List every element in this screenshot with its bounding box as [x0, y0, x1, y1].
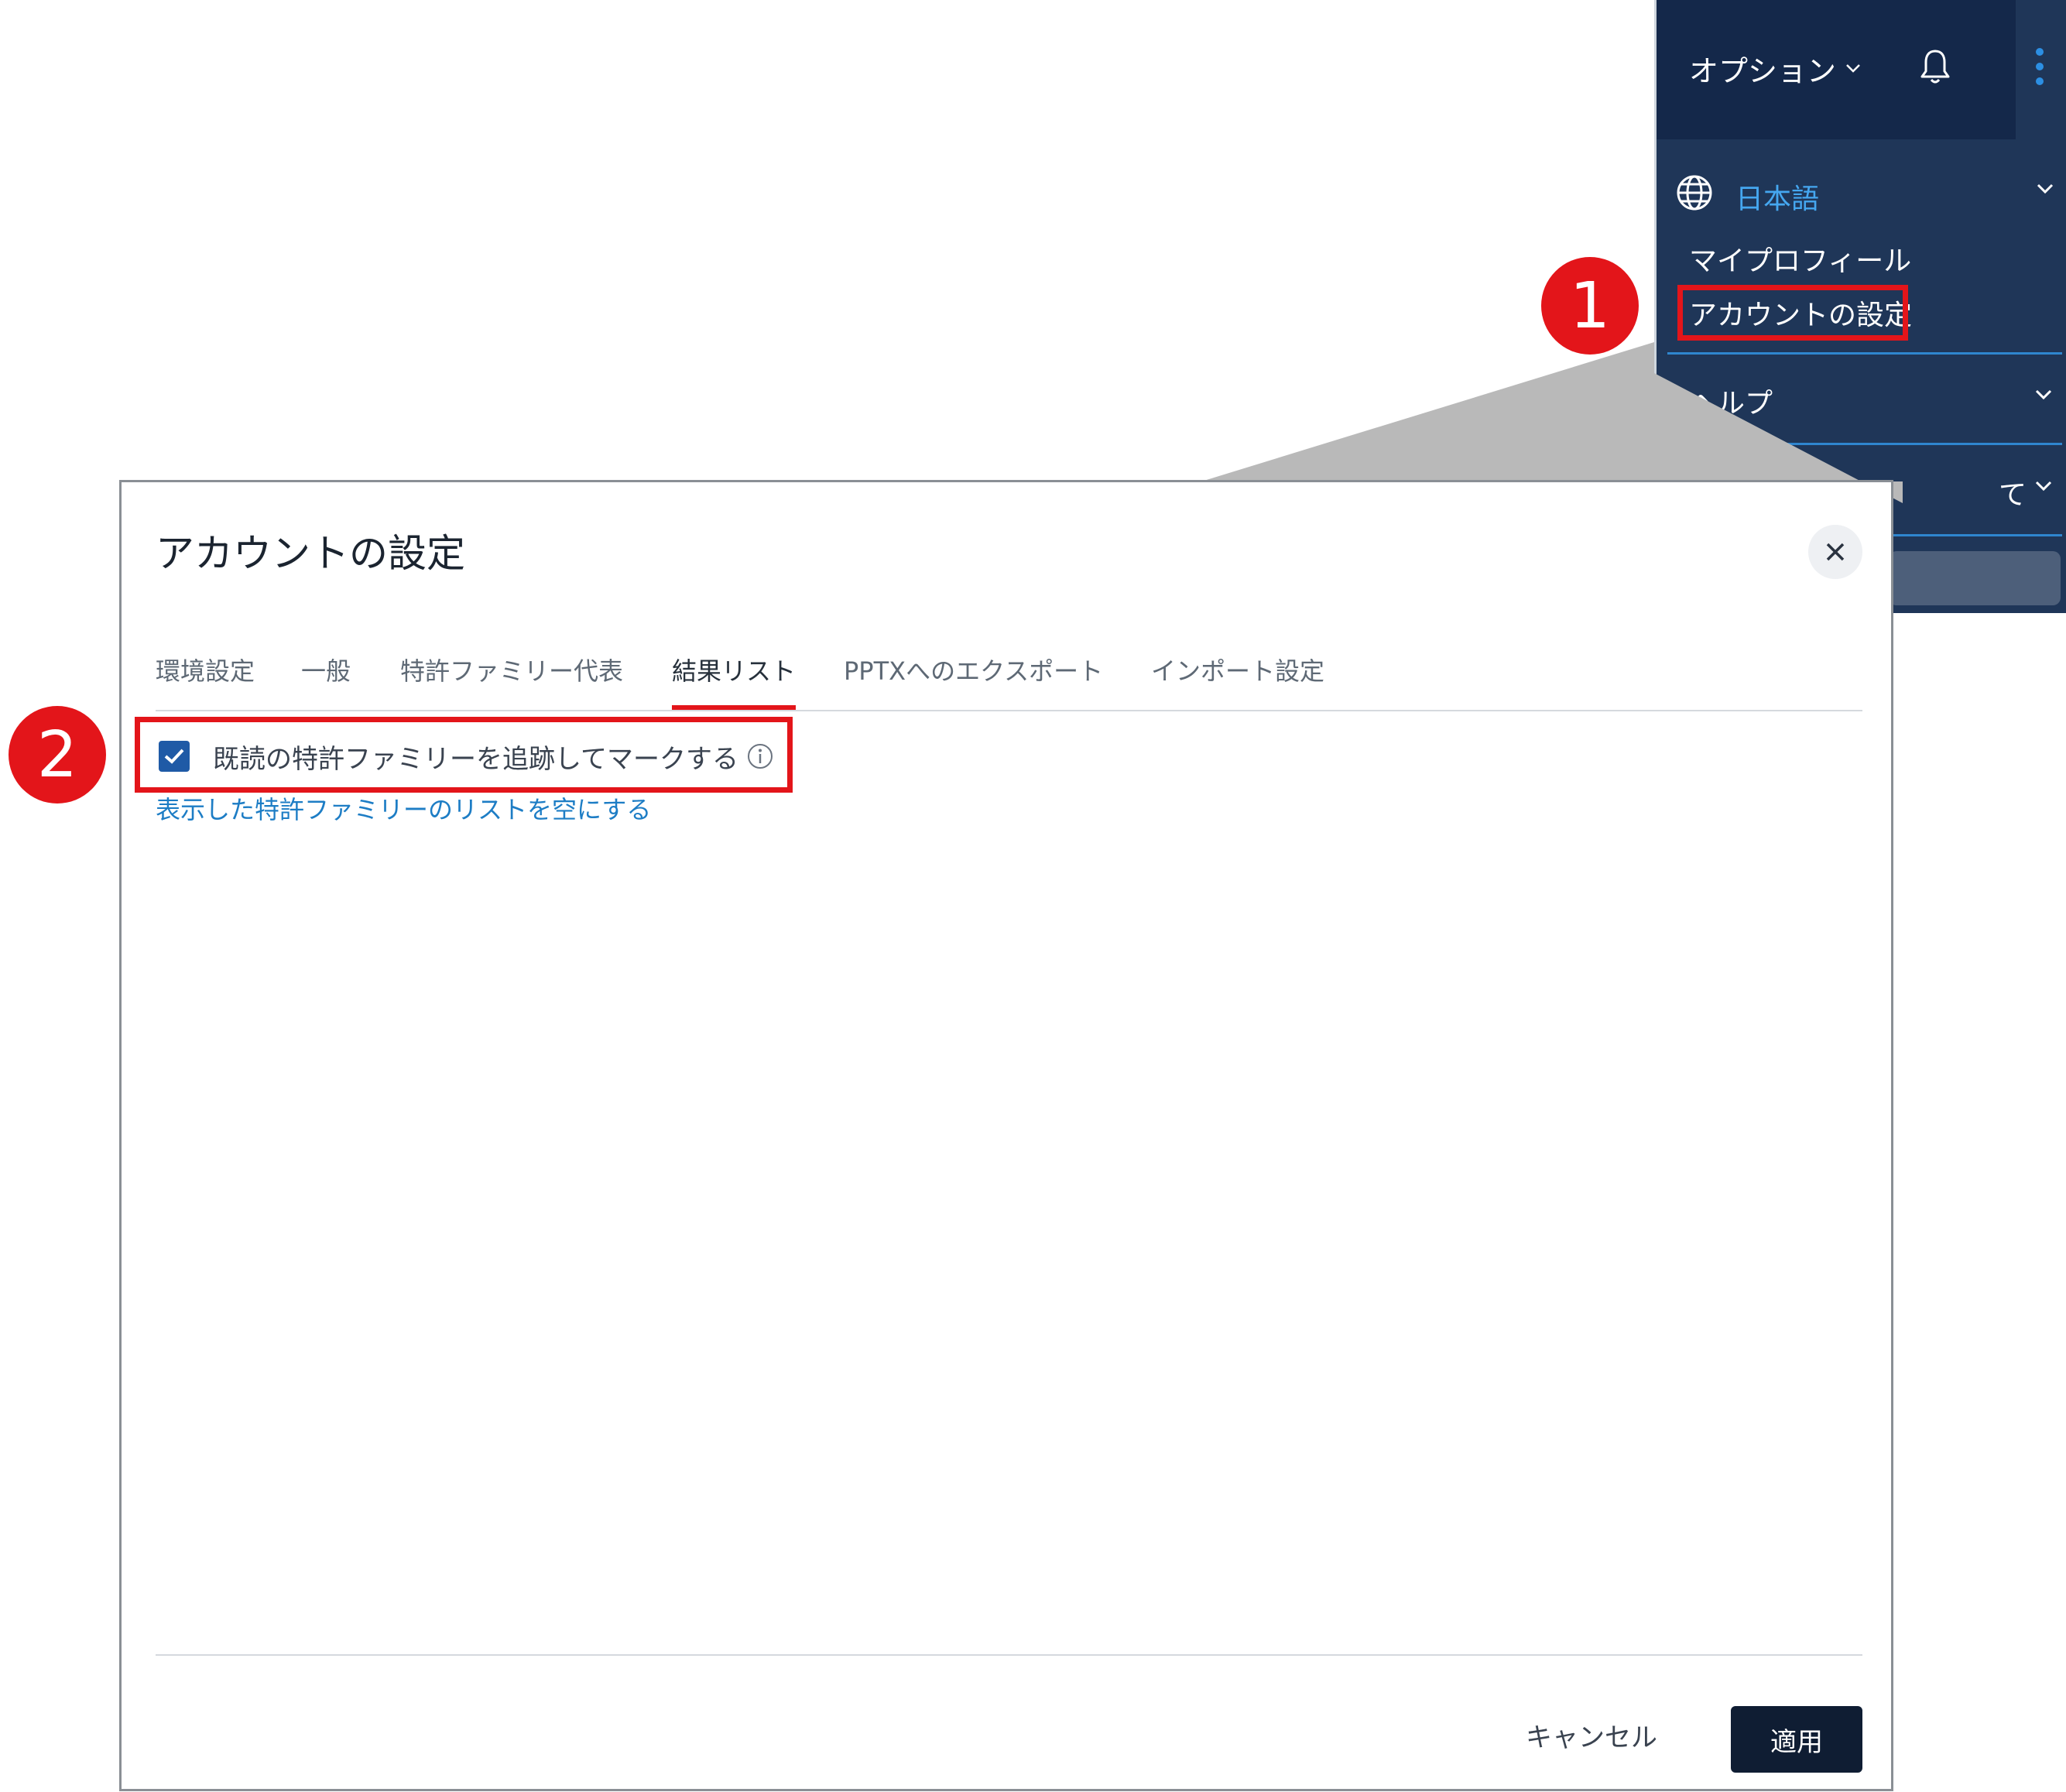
highlight-frame-checkbox-row — [135, 717, 793, 793]
step-badge-2: 2 — [9, 706, 106, 803]
close-button[interactable] — [1808, 525, 1862, 579]
tab-general[interactable]: 一般 — [301, 648, 351, 710]
highlight-frame-account-settings — [1677, 285, 1908, 341]
tab-patent-family-representative[interactable]: 特許ファミリー代表 — [400, 648, 623, 710]
footer-divider — [156, 1654, 1862, 1656]
step-badge-1: 1 — [1541, 257, 1639, 355]
tab-import-settings[interactable]: インポート設定 — [1151, 648, 1324, 710]
close-icon — [1826, 543, 1845, 561]
dialog-title: アカウントの設定 — [156, 531, 465, 576]
account-settings-dialog: アカウントの設定 環境設定 一般 特許ファミリー代表 結果リスト PPTXへのエ… — [119, 480, 1893, 1791]
tab-bar: 環境設定 一般 特許ファミリー代表 結果リスト PPTXへのエクスポート インポ… — [156, 648, 1862, 711]
cancel-button[interactable]: キャンセル — [1526, 1716, 1657, 1754]
tab-pptx-export[interactable]: PPTXへのエクスポート — [844, 648, 1103, 710]
clear-viewed-list-link[interactable]: 表示した特許ファミリーのリストを空にする — [156, 790, 651, 826]
tab-result-list[interactable]: 結果リスト — [672, 648, 797, 710]
tab-preferences[interactable]: 環境設定 — [156, 648, 255, 710]
apply-button[interactable]: 適用 — [1731, 1706, 1862, 1773]
